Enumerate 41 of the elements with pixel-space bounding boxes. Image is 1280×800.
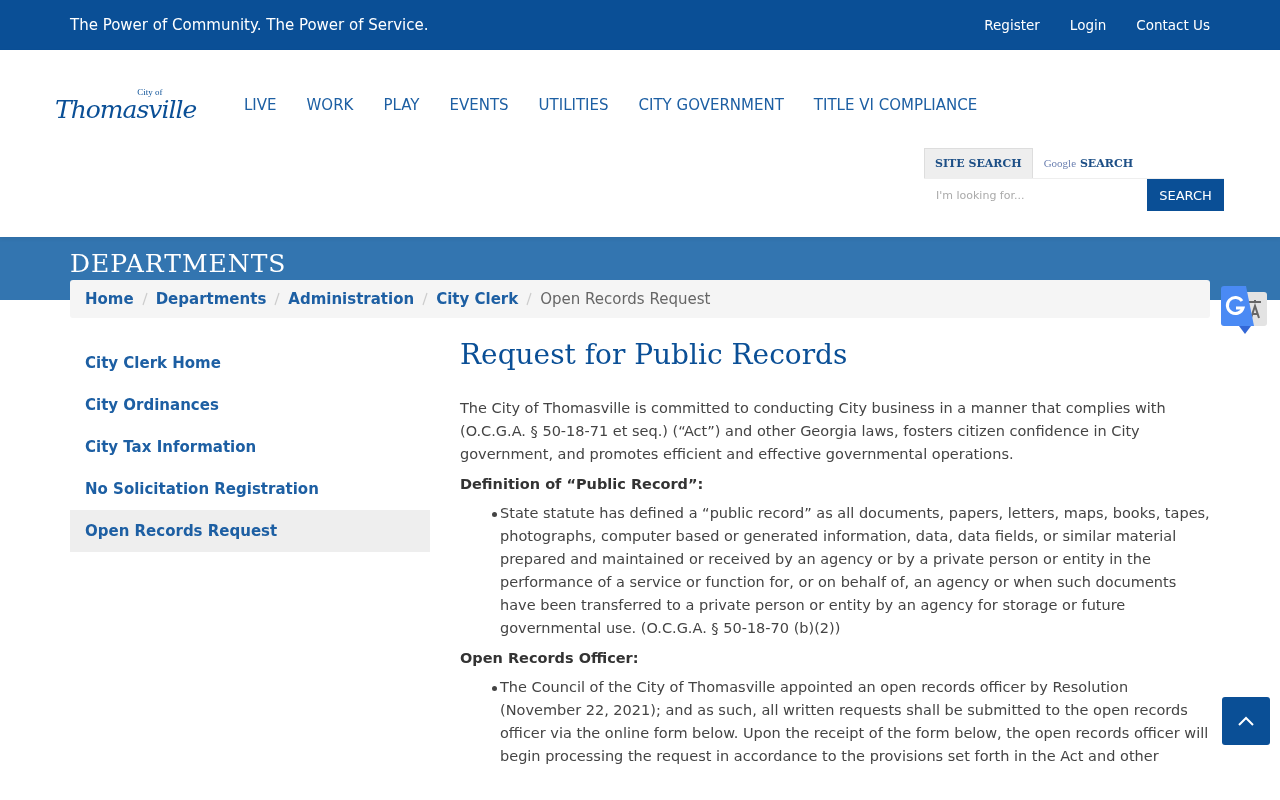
top-link[interactable]: Login [1069, 17, 1107, 33]
translate-icon[interactable] [1221, 286, 1269, 334]
nav-link[interactable]: CITY GOVERNMENT [638, 96, 784, 114]
nav-link[interactable]: EVENTS [449, 96, 509, 114]
back-to-top-button[interactable] [1222, 697, 1270, 745]
nav-link[interactable]: LIVE [244, 96, 277, 114]
paragraph: The City of Thomasville is committed to conducting City business in a manner that complies with (O.C.G.A. § 50-18-71 et seq.) (“Act”) and other Georgia laws, fosters citizen confidence in City government, and promotes efficient and effective governmental operations. [460, 399, 1167, 464]
bullet-icon [492, 512, 497, 517]
separator-icon [141, 292, 148, 306]
list-item: State statute has defined a “public record” as all documents, papers, letters, maps, books, tapes, photographs, computer based or generated information, data, data fields, or similar material prepared and maintained or received by an agency or by a private person or entity in the performance of a service or function for, or on behalf of, an agency or when such documents have been transferred to a private person or entity by an agency for storage or future governmental use. (O.C.G.A. § 50-18-70 (b)(2)) [500, 504, 1210, 638]
section-title: DEPARTMENTS [70, 248, 288, 278]
chevron-up-icon [1238, 716, 1254, 726]
sidebar-item[interactable]: City Ordinances [70, 384, 430, 426]
breadcrumb-link[interactable]: Departments [155, 290, 267, 308]
nav-link[interactable]: PLAY [383, 96, 420, 114]
breadcrumb-link[interactable]: Administration [288, 290, 415, 308]
top-link[interactable]: Contact Us [1136, 17, 1210, 33]
sidebar-item[interactable]: Open Records Request [70, 510, 430, 552]
breadcrumb-link[interactable]: Home [85, 290, 134, 308]
sidebar-item[interactable]: No Solicitation Registration [70, 468, 430, 510]
breadcrumb-current: Open Records Request [540, 290, 711, 308]
breadcrumb-link[interactable]: City Clerk [436, 290, 519, 308]
search-tab[interactable]: Google SEARCH [1032, 148, 1145, 178]
nav-link[interactable]: UTILITIES [538, 96, 609, 114]
tagline: The Power of Community. The Power of Service. [70, 16, 429, 34]
sidebar-item[interactable]: City Clerk Home [70, 342, 430, 384]
separator-icon [274, 292, 281, 306]
city-logo[interactable]: City of Thomasville [55, 88, 205, 122]
top-link[interactable]: Register [984, 17, 1040, 33]
subheading: Definition of “Public Record”: [460, 476, 705, 492]
page-title: Request for Public Records [460, 338, 849, 371]
bullet-icon [492, 686, 497, 691]
separator-icon [526, 292, 533, 306]
nav-link[interactable]: TITLE VI COMPLIANCE [813, 96, 978, 114]
sidebar-item[interactable]: City Tax Information [70, 426, 430, 468]
separator-icon [422, 292, 429, 306]
nav-link[interactable]: WORK [306, 96, 354, 114]
search-tab[interactable]: SITE SEARCH [924, 148, 1033, 178]
list-item: The Council of the City of Thomasville appointed an open records officer by Resolution (November 22, 2021); and as such, all written requests shall be submitted to the open records officer via the online form below. Upon the receipt of the form below, the open records officer will begin processing the request in accordance to the provisions set forth in the Act and other [500, 678, 1210, 766]
search-button[interactable]: SEARCH [1147, 179, 1224, 211]
subheading: Open Records Officer: [460, 650, 640, 666]
